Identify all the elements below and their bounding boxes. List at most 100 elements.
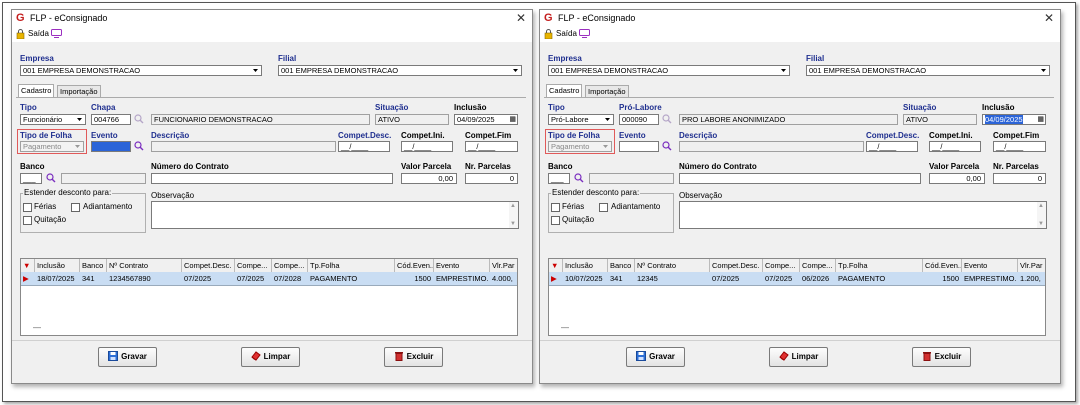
empresa-label: Empresa [548,54,582,63]
search-icon[interactable] [662,114,672,124]
valor-parcela-input[interactable]: 0,00 [401,173,457,184]
quitacao-label: Quitação [34,215,67,224]
chapa-input[interactable]: 004766 [91,114,131,125]
nr-parcelas-input[interactable]: 0 [465,173,518,184]
column-header[interactable]: Inclusão [35,259,80,272]
save-button[interactable]: Gravar [98,347,157,367]
table-row[interactable]: ▶ 10/07/2025 341 12345 07/2025 07/2025 0… [549,272,1045,286]
column-header[interactable]: Compe... [235,259,272,272]
clear-button[interactable]: Limpar [769,347,828,367]
monitor-icon[interactable] [579,29,590,38]
scrollbar[interactable]: ▲ ▼ [509,202,518,228]
compet-ini-input[interactable]: __/____ [401,141,453,152]
column-header[interactable]: Nº Contrato [107,259,182,272]
column-header[interactable]: Cód.Even... [395,259,434,272]
evento-input[interactable] [91,141,131,152]
cell-cod-evento: 1500 [923,272,962,285]
adiantamento-label: Adiantamento [611,202,661,211]
tipo-select[interactable]: Pró-Labore [548,114,614,125]
descricao-display [151,141,336,152]
tab-cadastro[interactable]: Cadastro [546,84,583,98]
banco-input[interactable]: ___ [20,173,42,184]
exit-button[interactable]: Saída [28,29,49,38]
search-icon[interactable] [134,114,144,124]
scroll-up-icon[interactable]: ▲ [1038,203,1044,209]
sort-indicator-icon[interactable]: ▼ [21,259,35,272]
empresa-select[interactable]: 001 EMPRESA DEMONSTRACAO [548,65,790,76]
search-icon[interactable] [46,173,56,183]
clear-button[interactable]: Limpar [241,347,300,367]
column-header[interactable]: Compe... [272,259,308,272]
scroll-down-icon[interactable]: ▼ [1038,221,1044,227]
search-icon[interactable] [134,141,144,151]
column-header[interactable]: Compe... [800,259,836,272]
evento-input[interactable] [619,141,659,152]
ferias-checkbox[interactable] [23,203,32,212]
close-icon[interactable]: ✕ [516,11,526,25]
scroll-down-icon[interactable]: ▼ [510,221,516,227]
banco-label: Banco [548,162,573,171]
search-icon[interactable] [662,141,672,151]
column-header[interactable]: Nº Contrato [635,259,710,272]
tab-cadastro[interactable]: Cadastro [18,84,55,98]
close-icon[interactable]: ✕ [1044,11,1054,25]
observacao-textarea[interactable]: ▲ ▼ [679,201,1047,229]
column-header[interactable]: Compet.Desc. [182,259,235,272]
column-header[interactable]: Compet.Desc. [710,259,763,272]
tipo-select[interactable]: Funcionário [20,114,86,125]
adiantamento-checkbox[interactable] [599,203,608,212]
save-button[interactable]: Gravar [626,347,685,367]
column-header[interactable]: Tp.Folha [836,259,923,272]
quitacao-checkbox[interactable] [23,216,32,225]
inclusao-date-input[interactable]: 04/09/2025 ▦ [982,114,1046,125]
chapa-input[interactable]: 000090 [619,114,659,125]
nr-parcelas-input[interactable]: 0 [993,173,1046,184]
nr-parcelas-label: Nr. Parcelas [465,162,511,171]
banco-input[interactable]: ___ [548,173,570,184]
ferias-label: Férias [562,202,585,211]
numero-contrato-input[interactable] [151,173,393,184]
compet-desc-input[interactable]: __/____ [338,141,390,152]
column-header[interactable]: Vlr.Par [490,259,518,272]
compet-desc-input[interactable]: __/____ [866,141,918,152]
delete-button[interactable]: Excluir [912,347,971,367]
empresa-select[interactable]: 001 EMPRESA DEMONSTRACAO [20,65,262,76]
window-title: FLP - eConsignado [30,13,108,23]
monitor-icon[interactable] [51,29,62,38]
numero-contrato-input[interactable] [679,173,921,184]
compet-fim-input[interactable]: __/____ [465,141,518,152]
calendar-icon[interactable]: ▦ [509,115,516,124]
column-header[interactable]: Inclusão [563,259,608,272]
search-icon[interactable] [574,173,584,183]
column-header[interactable]: Banco [608,259,635,272]
column-header[interactable]: Banco [80,259,107,272]
column-header[interactable]: Evento [434,259,490,272]
estender-desconto-group [20,193,146,233]
compet-ini-input[interactable]: __/____ [929,141,981,152]
calendar-icon[interactable]: ▦ [1037,115,1044,124]
filial-select[interactable]: 001 EMPRESA DEMONSTRACAO [278,65,522,76]
sort-indicator-icon[interactable]: ▼ [549,259,563,272]
column-header[interactable]: Tp.Folha [308,259,395,272]
scrollbar[interactable]: ▲ ▼ [1037,202,1046,228]
filial-select[interactable]: 001 EMPRESA DEMONSTRACAO [806,65,1050,76]
compet-fim-input[interactable]: __/____ [993,141,1046,152]
tipo-folha-select[interactable]: Pagamento [20,141,84,152]
column-header[interactable]: Compe... [763,259,800,272]
column-header[interactable]: Evento [962,259,1018,272]
inclusao-date-input[interactable]: 04/09/2025 ▦ [454,114,518,125]
delete-button[interactable]: Excluir [384,347,443,367]
scroll-up-icon[interactable]: ▲ [510,203,516,209]
exit-button[interactable]: Saída [556,29,577,38]
valor-parcela-input[interactable]: 0,00 [929,173,985,184]
column-header[interactable]: Cód.Even... [923,259,962,272]
table-row[interactable]: ▶ 18/07/2025 341 1234567890 07/2025 07/2… [21,272,517,286]
observacao-textarea[interactable]: ▲ ▼ [151,201,519,229]
tipo-folha-label: Tipo de Folha [20,131,72,140]
quitacao-checkbox[interactable] [551,216,560,225]
column-header[interactable]: Vlr.Par [1018,259,1046,272]
ferias-checkbox[interactable] [551,203,560,212]
tipo-folha-select[interactable]: Pagamento [548,141,612,152]
adiantamento-checkbox[interactable] [71,203,80,212]
grid-header: ▼ Inclusão Banco Nº Contrato Compet.Desc… [21,259,517,273]
